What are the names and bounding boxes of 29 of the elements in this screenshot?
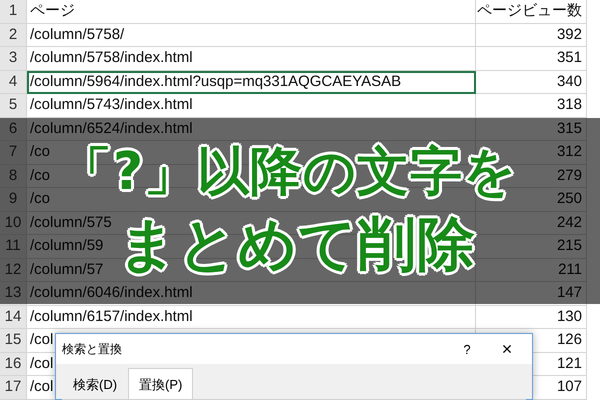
table-cell: /column/5964/index.html?usqp=mq331AQGCAEYASAB [27, 70, 476, 94]
tab[interactable]: 置換(P) [128, 368, 194, 399]
table-cell: 242 [476, 212, 587, 235]
table-cell: 315 [476, 118, 587, 141]
table-cell: ページビュー数 [476, 0, 587, 24]
row-number[interactable]: 3 [0, 47, 27, 70]
row-number[interactable]: 14 [0, 306, 27, 329]
table-cell: 318 [476, 94, 587, 118]
table-cell: /column/6524/index.html [27, 118, 476, 141]
row-number[interactable]: 5 [0, 94, 27, 118]
table-cell: /column/6046/index.html [27, 282, 476, 306]
table-cell: 215 [476, 235, 587, 258]
row-number[interactable]: 16 [0, 352, 27, 376]
table-cell: /column/6157/index.html [27, 306, 476, 329]
table-cell: /column/5743/index.html [27, 94, 476, 118]
row-number[interactable]: 1 [0, 0, 27, 24]
table-cell: /column/5758/ [27, 24, 476, 47]
table-cell: 211 [476, 258, 587, 282]
row-number[interactable]: 4 [0, 70, 27, 94]
table-cell: 351 [476, 47, 587, 70]
table-cell: 130 [476, 306, 587, 329]
row-number[interactable]: 2 [0, 24, 27, 47]
table-cell: 340 [476, 70, 587, 94]
row-number[interactable]: 15 [0, 329, 27, 352]
table-cell: 392 [476, 24, 587, 47]
table-cell: /column/5758/index.html [27, 47, 476, 70]
table-cell: ページ [27, 0, 476, 24]
table-cell: 147 [476, 282, 587, 306]
row-number[interactable]: 17 [0, 376, 27, 400]
